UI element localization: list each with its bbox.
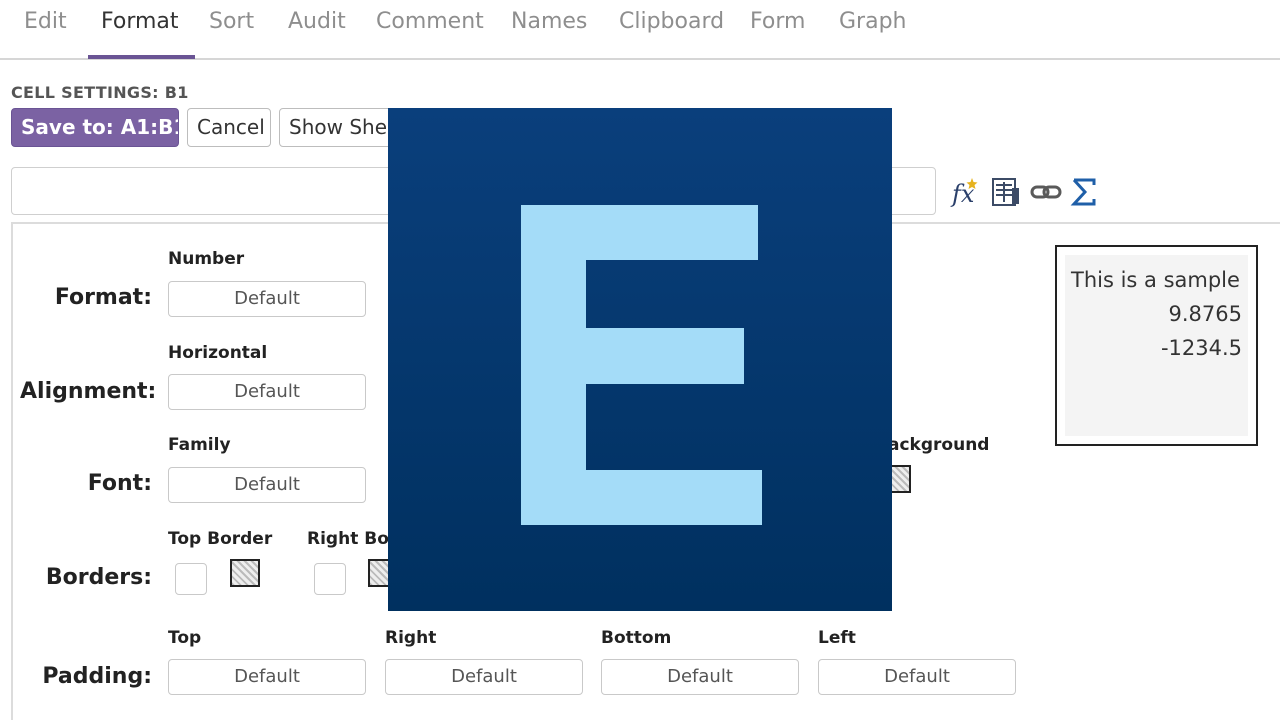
horizontal-alignment-select[interactable]: Default [168,374,366,410]
padding-bottom-select[interactable]: Default [601,659,799,695]
padding-bottom-label: Bottom [601,628,672,648]
tab-form[interactable]: Form [750,9,805,34]
tab-graph[interactable]: Graph [839,9,906,34]
font-family-select[interactable]: Default [168,467,366,503]
link-icon[interactable] [1030,176,1062,208]
cell-settings-label: CELL SETTINGS: B1 [11,83,189,102]
background-label: ackground [888,435,990,455]
tab-names[interactable]: Names [511,9,587,34]
padding-top-select[interactable]: Default [168,659,366,695]
tab-clipboard[interactable]: Clipboard [619,9,724,34]
tab-audit[interactable]: Audit [288,9,346,34]
right-border-label: Right Bor [307,529,398,549]
sum-icon[interactable] [1068,176,1100,208]
top-border-color-swatch[interactable] [230,559,260,587]
e-logo [521,205,762,525]
horizontal-label: Horizontal [168,343,268,363]
padding-top-label: Top [168,628,202,648]
top-border-checkbox[interactable] [175,563,207,595]
font-row-label: Font: [87,471,152,496]
save-button[interactable]: Save to: A1:B1 [11,108,179,147]
tab-edit[interactable]: Edit [24,9,67,34]
alignment-row-label: Alignment: [20,379,157,404]
family-label: Family [168,435,231,455]
top-border-label: Top Border [168,529,273,549]
tab-comment[interactable]: Comment [376,9,484,34]
sample-number-positive: 9.8765 [1168,302,1242,326]
right-border-checkbox[interactable] [314,563,346,595]
padding-left-select[interactable]: Default [818,659,1016,695]
padding-left-label: Left [818,628,856,648]
format-row-label: Format: [54,285,152,310]
padding-row-label: Padding: [42,664,152,689]
tab-format[interactable]: Format [101,9,179,34]
number-label: Number [168,249,245,269]
number-format-select[interactable]: Default [168,281,366,317]
borders-row-label: Borders: [45,565,152,590]
cancel-button[interactable]: Cancel [187,108,271,147]
logo-overlay [388,108,892,611]
padding-right-label: Right [385,628,437,648]
function-wizard-icon[interactable]: fx [950,176,982,208]
sample-preview: This is a sample 9.8765 -1234.5 [1055,245,1258,446]
tab-bar: Edit Format Sort Audit Comment Names Cli… [0,0,1280,60]
padding-right-select[interactable]: Default [385,659,583,695]
sample-number-negative: -1234.5 [1160,336,1242,360]
active-tab-indicator [88,55,195,59]
tab-sort[interactable]: Sort [209,9,254,34]
sample-text: This is a sample [1071,268,1240,292]
sample-preview-cell: This is a sample 9.8765 -1234.5 [1065,255,1248,436]
sheet-icon[interactable] [990,176,1022,208]
